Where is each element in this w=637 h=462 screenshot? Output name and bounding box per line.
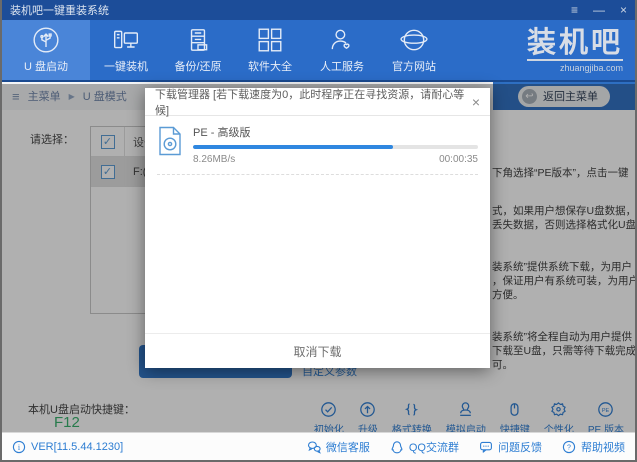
computer-icon [112, 26, 140, 54]
status-link-label: QQ交流群 [409, 439, 459, 455]
title-bar: 装机吧一键重装系统 ≡ — × [2, 0, 635, 20]
toolbar-item-usb-boot[interactable]: U 盘启动 [2, 20, 90, 80]
brand-logo: 装机吧 zhuangjiba.com [527, 28, 623, 73]
toolbar-item-label: U 盘启动 [24, 58, 68, 74]
toolbar-item-label: 官方网站 [392, 58, 436, 74]
wechat-service-link[interactable]: 微信客服 [307, 439, 370, 455]
toolbar-item-customer-service[interactable]: 人工服务 [306, 20, 378, 80]
version-text: VER[11.5.44.1230] [31, 441, 123, 453]
svg-text:?: ? [567, 444, 571, 451]
app-window: 装机吧一键重装系统 ≡ — × U 盘启动 [0, 0, 637, 462]
brand-domain: zhuangjiba.com [527, 63, 623, 73]
download-item: PE - 高级版 8.26MB/s 00:00:35 [145, 116, 490, 165]
usb-icon [32, 26, 60, 54]
download-elapsed-time: 00:00:35 [439, 154, 478, 165]
info-icon: i [12, 440, 26, 454]
qq-icon [390, 440, 404, 454]
window-menu-button[interactable]: ≡ [571, 4, 578, 16]
help-video-link[interactable]: ? 帮助视频 [562, 439, 625, 455]
toolbar-item-backup-restore[interactable]: 备份/还原 [162, 20, 234, 80]
status-link-label: 问题反馈 [498, 439, 542, 455]
cancel-download-button[interactable]: 取消下载 [145, 333, 490, 368]
main-toolbar: U 盘启动 一键装机 备份/还原 [2, 20, 635, 82]
dotted-divider [157, 174, 478, 175]
person-icon [328, 26, 356, 54]
dialog-close-button[interactable]: × [472, 94, 480, 110]
globe-icon [400, 26, 428, 54]
svg-text:i: i [18, 443, 21, 452]
status-link-label: 帮助视频 [581, 439, 625, 455]
wechat-icon [307, 440, 321, 454]
download-speed: 8.26MB/s [193, 154, 235, 165]
status-bar: i VER[11.5.44.1230] 微信客服 [2, 432, 635, 460]
help-question-icon: ? [562, 440, 576, 454]
download-progress-bar [193, 145, 478, 149]
server-icon [184, 26, 212, 54]
minimize-button[interactable]: — [593, 4, 605, 16]
window-title: 装机吧一键重装系统 [10, 2, 109, 18]
grid-icon [256, 26, 284, 54]
toolbar-item-label: 人工服务 [320, 58, 364, 74]
brand-name: 装机吧 [527, 28, 623, 61]
toolbar-item-one-click-install[interactable]: 一键装机 [90, 20, 162, 80]
download-name: PE - 高级版 [193, 124, 478, 140]
toolbar-item-label: 备份/还原 [174, 58, 221, 74]
close-button[interactable]: × [620, 4, 627, 16]
toolbar-item-label: 一键装机 [104, 58, 148, 74]
iso-file-icon [157, 126, 183, 165]
toolbar-item-label: 软件大全 [248, 58, 292, 74]
download-manager-dialog: 下载管理器 [若下载速度为0，此时程序正在寻找资源，请耐心等候] × PE - … [145, 88, 490, 368]
feedback-bubble-icon [479, 440, 493, 454]
qq-group-link[interactable]: QQ交流群 [390, 439, 459, 455]
toolbar-item-software-collection[interactable]: 软件大全 [234, 20, 306, 80]
download-progress-fill [193, 145, 393, 149]
feedback-link[interactable]: 问题反馈 [479, 439, 542, 455]
status-link-label: 微信客服 [326, 439, 370, 455]
toolbar-item-official-website[interactable]: 官方网站 [378, 20, 450, 80]
dialog-title: 下载管理器 [若下载速度为0，此时程序正在寻找资源，请耐心等候] [155, 86, 472, 118]
